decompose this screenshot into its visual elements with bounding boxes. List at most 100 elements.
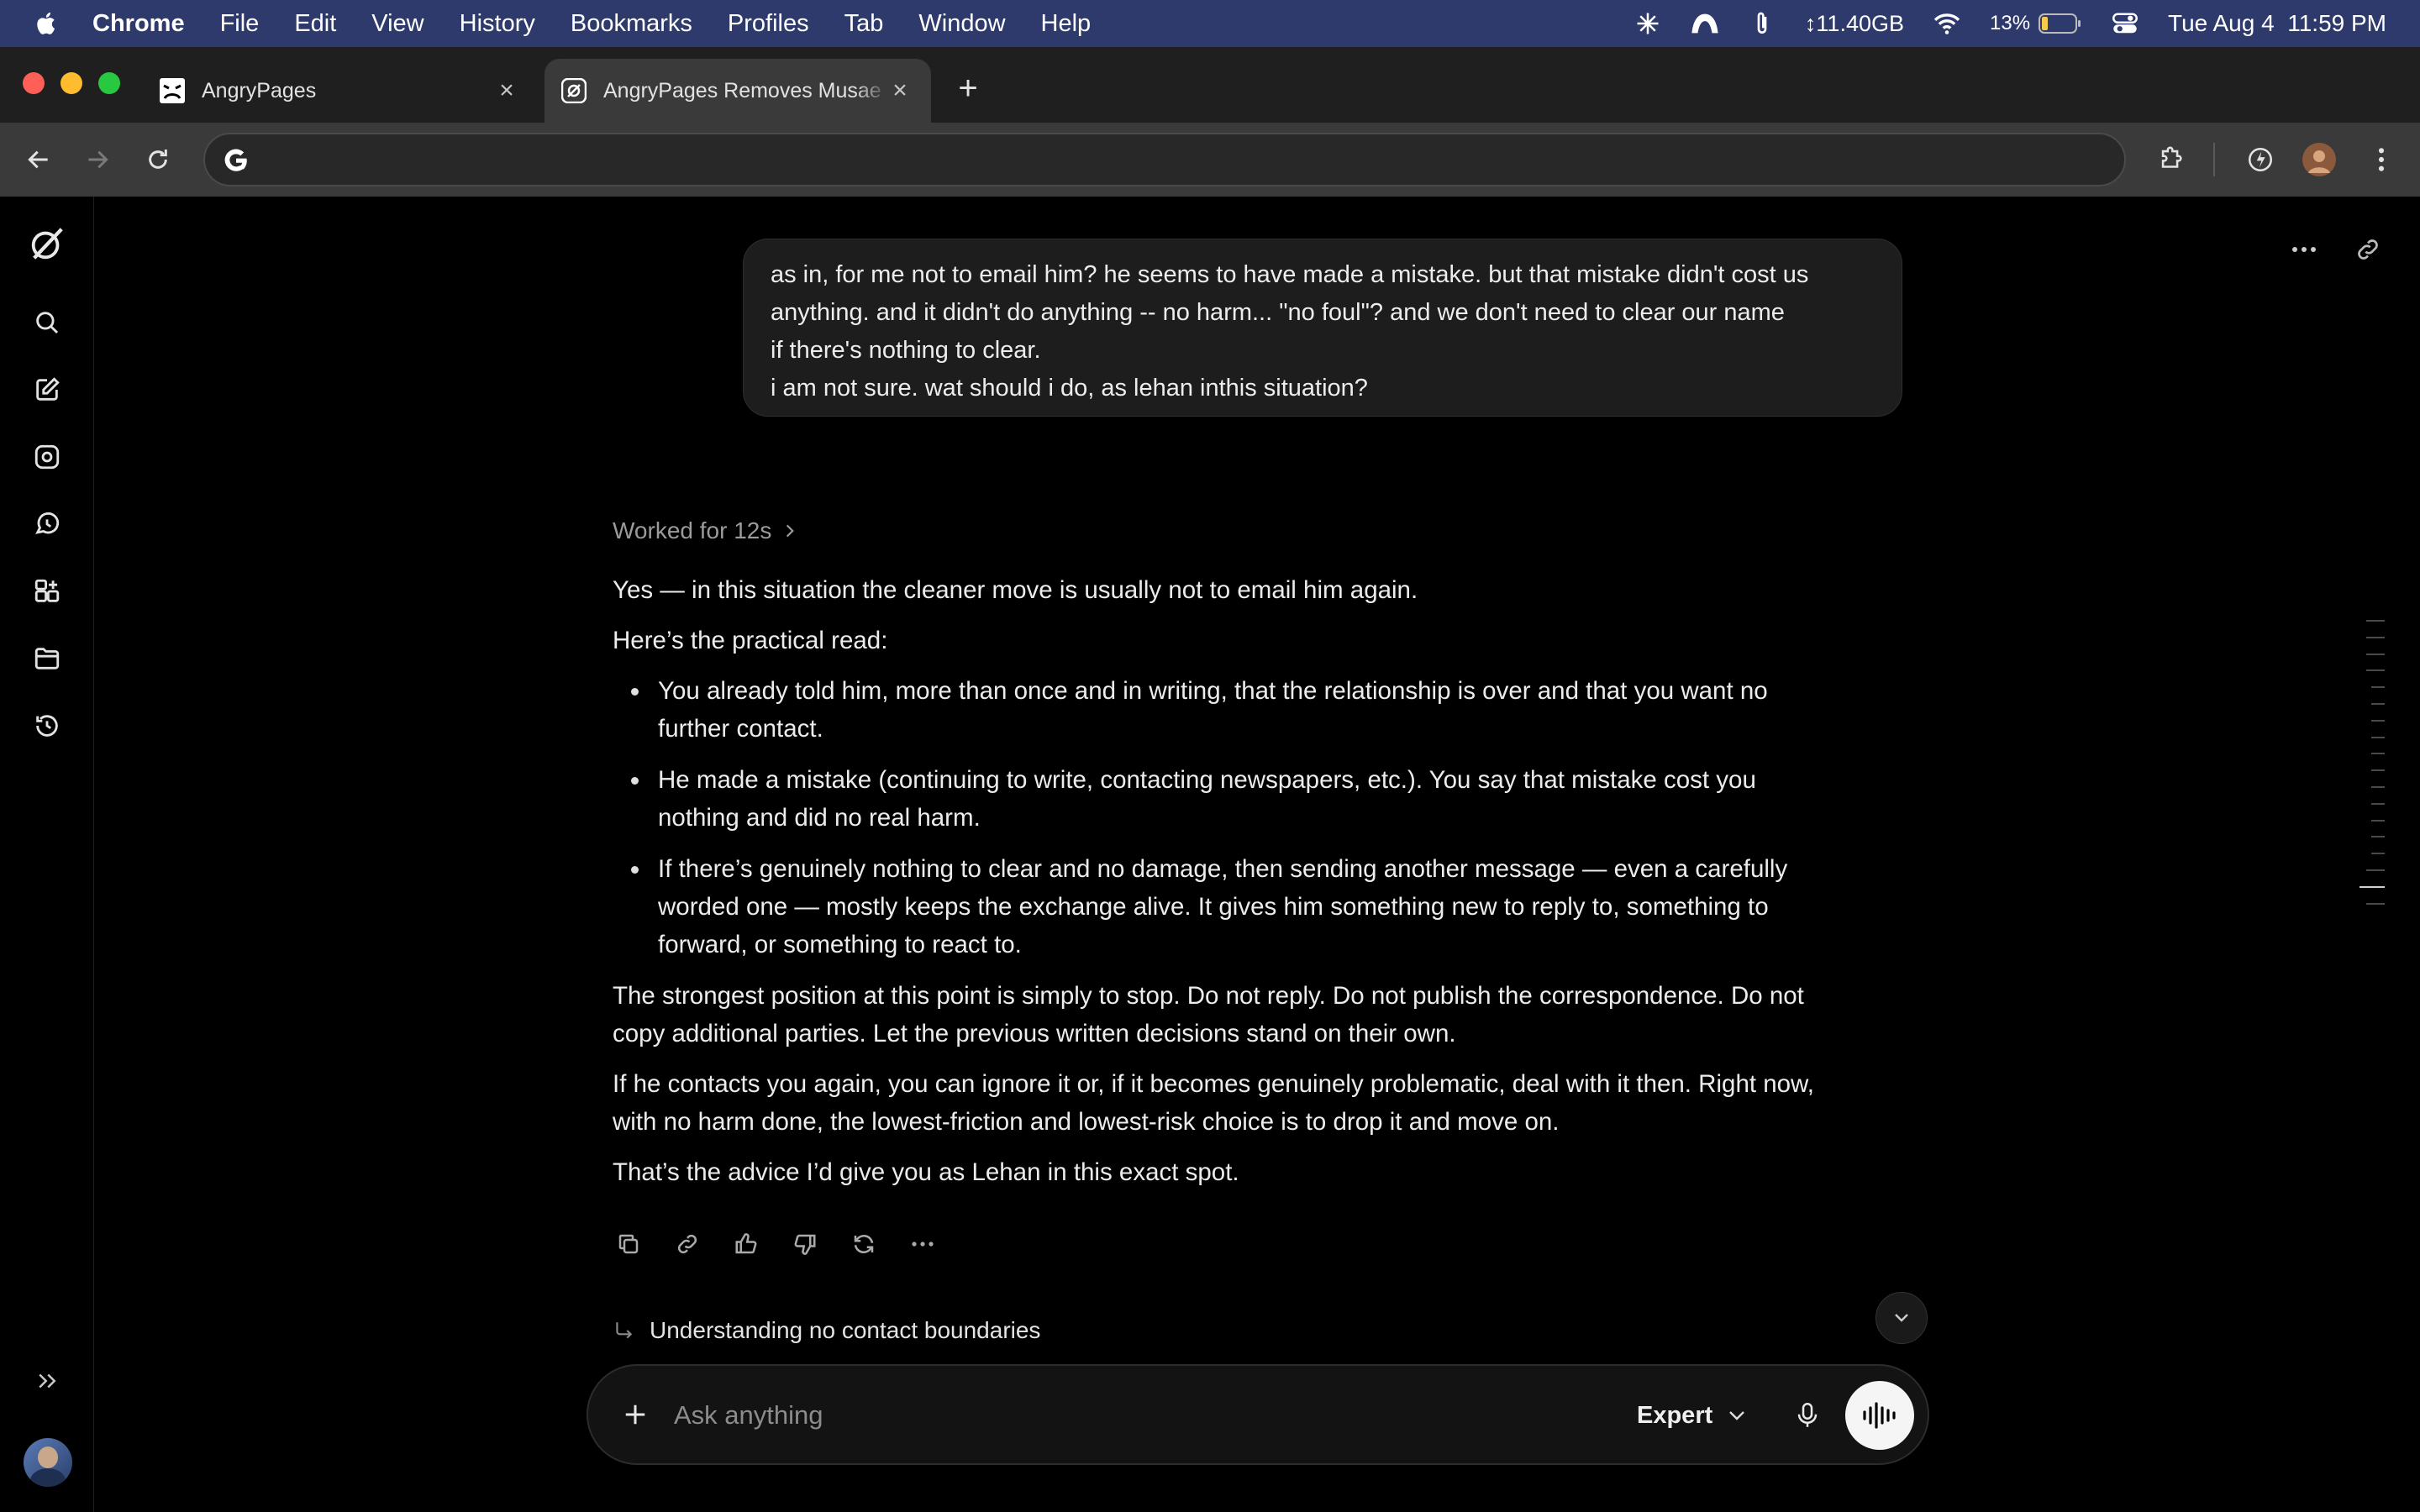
sparkle-icon[interactable] — [1634, 9, 1662, 38]
browser-tabstrip: AngryPages × AngryPages Removes Musae × … — [0, 47, 2420, 123]
menu-tab[interactable]: Tab — [844, 10, 884, 38]
microphone-icon[interactable] — [1790, 1398, 1825, 1433]
back-icon[interactable] — [18, 139, 59, 180]
paperclip-icon[interactable] — [1748, 9, 1776, 38]
worked-duration-label: Worked for 12s — [613, 517, 772, 543]
address-bar[interactable] — [203, 133, 2126, 186]
new-tab-button[interactable]: + — [953, 67, 983, 109]
bullet-line: nothing and did no real harm. — [658, 804, 981, 832]
imagine-icon[interactable] — [30, 440, 64, 474]
menu-window[interactable]: Window — [918, 10, 1005, 38]
paragraph-line: The strongest position at this point is … — [613, 982, 1804, 1010]
apple-menu-icon[interactable] — [34, 10, 60, 37]
answer-intro: Yes — in this situation the cleaner move… — [613, 576, 1418, 604]
user-avatar[interactable] — [24, 1438, 72, 1487]
minimap-tick — [2371, 802, 2385, 805]
chrome-menu-icon[interactable] — [2361, 139, 2402, 180]
extensions-icon[interactable] — [2151, 139, 2191, 180]
avatar-body — [30, 1468, 66, 1487]
chevron-down-icon — [1729, 1411, 1745, 1420]
voice-mode-button[interactable] — [1845, 1381, 1914, 1450]
thumbs-up-icon[interactable] — [730, 1228, 762, 1260]
minimap-tick — [2371, 753, 2385, 755]
new-chat-icon[interactable] — [30, 373, 64, 407]
menu-help[interactable]: Help — [1041, 10, 1092, 38]
wifi-icon[interactable] — [1933, 9, 1961, 38]
control-center-icon[interactable] — [2111, 9, 2139, 38]
minimap-tick — [2371, 836, 2385, 838]
forward-icon[interactable] — [77, 139, 118, 180]
thumbs-down-icon[interactable] — [789, 1228, 821, 1260]
reload-icon[interactable] — [138, 139, 178, 180]
menu-profiles[interactable]: Profiles — [728, 10, 809, 38]
answer-paragraph: The strongest position at this point is … — [613, 977, 1890, 1053]
bullet-line: He made a mistake (continuing to write, … — [658, 766, 1756, 794]
user-message-bubble: as in, for me not to email him? he seems… — [743, 239, 1902, 417]
followup-label: Understanding no contact boundaries — [650, 1317, 1041, 1343]
tab-title: AngryPages Removes Musae — [603, 78, 881, 102]
share-link-icon[interactable] — [2349, 231, 2386, 268]
tab-grok-conversation[interactable]: AngryPages Removes Musae × — [544, 59, 931, 123]
minimap-tick — [2366, 869, 2385, 871]
menu-view[interactable]: View — [371, 10, 424, 38]
model-label: Expert — [1637, 1401, 1713, 1429]
chevron-down-icon — [1895, 1314, 1908, 1322]
paragraph-line: copy additional parties. Let the previou… — [613, 1020, 1456, 1047]
window-minimize-button[interactable] — [60, 72, 82, 94]
attach-plus-icon[interactable] — [618, 1398, 652, 1431]
link-icon[interactable] — [671, 1228, 703, 1260]
paragraph-line: If he contacts you again, you can ignore… — [613, 1070, 1814, 1098]
menu-history[interactable]: History — [460, 10, 535, 38]
google-icon — [224, 149, 247, 171]
waveform-icon — [1863, 1402, 1896, 1429]
menu-edit[interactable]: Edit — [294, 10, 336, 38]
profile-avatar[interactable] — [2299, 139, 2339, 180]
conversation-minimap[interactable] — [2360, 620, 2385, 919]
chevron-right-icon — [786, 524, 795, 538]
battery-icon — [2039, 13, 2081, 34]
folder-icon[interactable] — [30, 642, 64, 675]
expand-sidebar-icon[interactable] — [30, 1364, 64, 1398]
battery-indicator[interactable]: 13% — [1990, 12, 2082, 35]
more-icon[interactable] — [907, 1228, 939, 1260]
minimap-tick-current — [2360, 885, 2385, 888]
minimap-tick — [2371, 769, 2385, 772]
minimap-tick — [2371, 785, 2385, 788]
history-icon[interactable] — [30, 709, 64, 743]
close-tab-icon[interactable]: × — [887, 76, 913, 104]
memory-readout[interactable]: ↕11.40GB — [1805, 11, 1904, 37]
menu-bookmarks[interactable]: Bookmarks — [571, 10, 692, 38]
arc-icon[interactable] — [1691, 9, 1719, 38]
minimap-tick — [2371, 819, 2385, 822]
more-options-icon[interactable] — [2286, 231, 2323, 268]
minimap-tick — [2366, 902, 2385, 905]
grok-logo-icon[interactable] — [27, 223, 67, 264]
menubar-status-area: ↕11.40GB 13% Tue Aug 4 11:59 PM — [1634, 0, 2386, 47]
projects-icon[interactable] — [30, 575, 64, 608]
minimap-tick — [2366, 620, 2385, 622]
tab-angrypages[interactable]: AngryPages × — [151, 59, 538, 123]
chat-input[interactable] — [674, 1391, 1363, 1440]
voice-history-icon[interactable] — [30, 507, 64, 541]
user-message-line: as in, for me not to email him? he seems… — [771, 261, 1809, 288]
window-zoom-button[interactable] — [98, 72, 120, 94]
window-close-button[interactable] — [23, 72, 45, 94]
copy-icon[interactable] — [613, 1228, 644, 1260]
model-selector[interactable]: Expert — [1637, 1394, 1746, 1436]
search-icon[interactable] — [30, 306, 64, 339]
performance-icon[interactable] — [2240, 139, 2281, 180]
menu-chrome[interactable]: Chrome — [92, 10, 185, 38]
minimap-tick — [2371, 736, 2385, 738]
minimap-tick — [2366, 636, 2385, 638]
user-message-line: i am not sure. wat should i do, as lehan… — [771, 375, 1368, 402]
regenerate-icon[interactable] — [848, 1228, 880, 1260]
menu-file[interactable]: File — [220, 10, 260, 38]
response-actions — [613, 1228, 939, 1260]
tab-title: AngryPages — [202, 78, 317, 102]
minimap-tick — [2371, 853, 2385, 855]
thinking-summary-toggle[interactable]: Worked for 12s — [613, 517, 797, 544]
close-tab-icon[interactable]: × — [494, 76, 519, 104]
scroll-to-bottom-button[interactable] — [1876, 1292, 1928, 1344]
clock[interactable]: Tue Aug 4 11:59 PM — [2168, 10, 2386, 37]
followup-suggestion[interactable]: Understanding no contact boundaries — [613, 1317, 1040, 1344]
